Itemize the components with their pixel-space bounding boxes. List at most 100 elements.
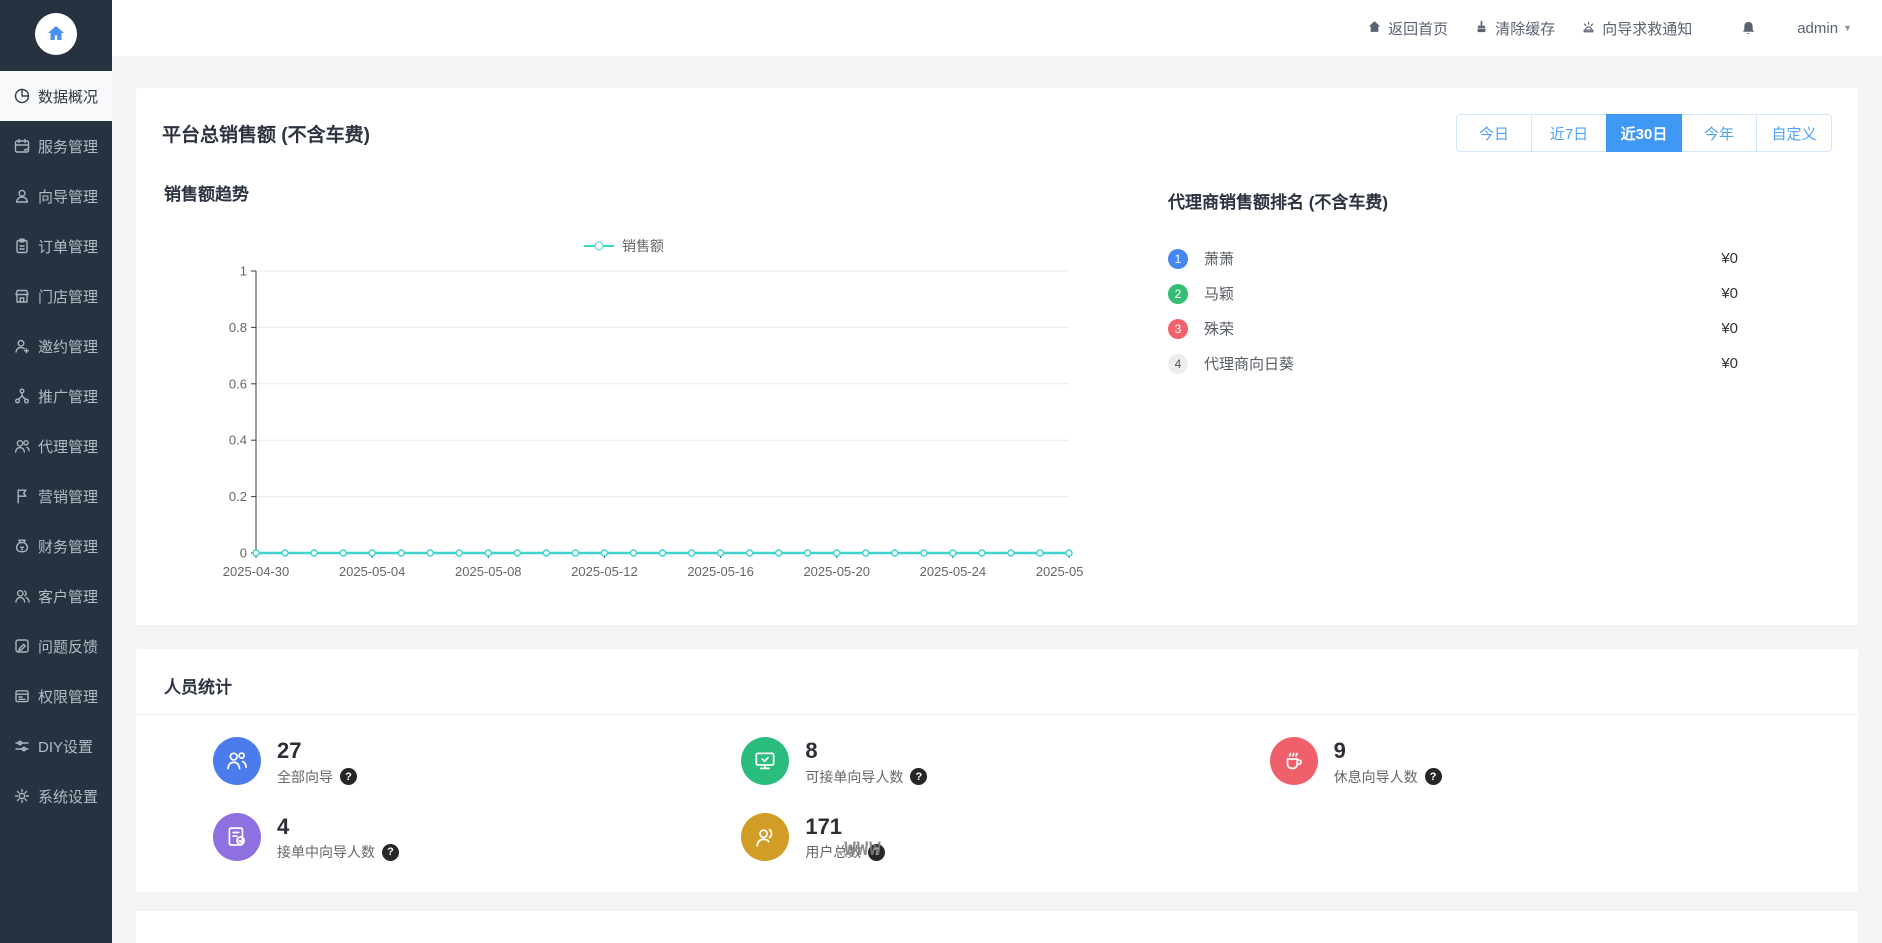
notification-bell-icon[interactable] <box>1740 20 1757 37</box>
sidebar-item-finance-moneybag[interactable]: 财务管理 <box>0 521 112 571</box>
sidebar-item-pie-chart[interactable]: 数据概况 <box>0 71 112 121</box>
svg-text:2025-05-16: 2025-05-16 <box>687 564 754 579</box>
sidebar-item-customer-people[interactable]: 客户管理 <box>0 571 112 621</box>
feedback-pencil-icon <box>13 637 31 655</box>
invite-person-icon <box>13 337 31 355</box>
ranking-row: 2 马颖 ¥0 <box>1168 276 1738 311</box>
sidebar-item-label: 邀约管理 <box>38 336 98 357</box>
user-group-icon <box>741 813 789 861</box>
sales-card-title: 平台总销售额 (不含车费) <box>162 120 370 147</box>
rank-agent-name: 马颖 <box>1204 283 1234 304</box>
rank-amount: ¥0 <box>1721 285 1738 302</box>
rank-badge: 4 <box>1168 354 1188 374</box>
diy-sliders-icon <box>13 737 31 755</box>
user-name: admin <box>1797 20 1838 37</box>
rank-badge: 2 <box>1168 284 1188 304</box>
line-chart-svg: 00.20.40.60.812025-04-302025-05-042025-0… <box>164 259 1084 594</box>
legend-line-marker <box>584 245 614 247</box>
staff-stats-card: 人员统计 27全部向导?8可接单向导人数?9休息向导人数?4接单中向导人数?17… <box>136 649 1858 892</box>
sidebar-item-store[interactable]: 门店管理 <box>0 271 112 321</box>
help-icon[interactable]: ? <box>382 844 399 861</box>
guide-person-icon <box>13 187 31 205</box>
monitor-check-icon <box>741 737 789 785</box>
svg-text:2025-05-04: 2025-05-04 <box>339 564 406 579</box>
sidebar-item-agent-people[interactable]: 代理管理 <box>0 421 112 471</box>
users-icon <box>213 737 261 785</box>
stat-label: 全部向导 <box>277 767 333 787</box>
sidebar-item-diy-sliders[interactable]: DIY设置 <box>0 721 112 771</box>
sidebar-item-label: 推广管理 <box>38 386 98 407</box>
pie-chart-icon <box>13 87 31 105</box>
stat-coffee: 9休息向导人数? <box>1270 737 1798 787</box>
rank-agent-name: 代理商向日葵 <box>1204 353 1294 374</box>
stats-grid: 27全部向导?8可接单向导人数?9休息向导人数?4接单中向导人数?171用户总数… <box>136 715 1858 862</box>
dashboard-page: 数据概况服务管理向导管理订单管理门店管理邀约管理推广管理代理管理营销管理财务管理… <box>0 0 1882 943</box>
stat-label: 可接单向导人数 <box>805 767 903 787</box>
range-tab-3[interactable]: 今年 <box>1681 114 1757 152</box>
next-card-stub <box>136 911 1858 943</box>
stat-user-group: 171用户总数?WWW <box>741 813 1269 863</box>
range-tab-4[interactable]: 自定义 <box>1756 114 1832 152</box>
sidebar-item-label: 向导管理 <box>38 186 98 207</box>
permission-card-icon <box>13 687 31 705</box>
help-icon[interactable]: ? <box>1425 768 1442 785</box>
sidebar-item-service-calendar[interactable]: 服务管理 <box>0 121 112 171</box>
sidebar-item-guide-person[interactable]: 向导管理 <box>0 171 112 221</box>
range-tab-1[interactable]: 近7日 <box>1531 114 1607 152</box>
sidebar-item-label: 权限管理 <box>38 686 98 707</box>
stat-value: 171 <box>805 813 885 841</box>
doc-check-icon <box>213 813 261 861</box>
sidebar-item-label: 系统设置 <box>38 786 98 807</box>
svg-text:0.4: 0.4 <box>229 433 247 448</box>
sidebar-item-permission-card[interactable]: 权限管理 <box>0 671 112 721</box>
range-tab-0[interactable]: 今日 <box>1456 114 1532 152</box>
svg-text:2025-04-30: 2025-04-30 <box>223 564 290 579</box>
svg-text:2025-05-20: 2025-05-20 <box>803 564 870 579</box>
topbar-link-home[interactable]: 返回首页 <box>1367 18 1448 39</box>
trend-title: 销售额趋势 <box>164 180 1156 205</box>
svg-text:0.2: 0.2 <box>229 489 247 504</box>
topbar-link-siren[interactable]: 向导求救通知 <box>1581 18 1692 39</box>
svg-text:2025-05-24: 2025-05-24 <box>920 564 987 579</box>
sidebar-item-promotion-share[interactable]: 推广管理 <box>0 371 112 421</box>
user-menu[interactable]: admin ▼ <box>1797 20 1852 37</box>
ranking-row: 1萧萧¥0 <box>1168 241 1738 276</box>
sales-trend-chart: 00.20.40.60.812025-04-302025-05-042025-0… <box>164 259 1156 599</box>
rank-badge: 3 <box>1168 319 1188 339</box>
app-logo[interactable] <box>0 0 112 67</box>
help-icon[interactable]: ? <box>910 768 927 785</box>
sidebar-item-label: 问题反馈 <box>38 636 98 657</box>
ranking-row: 3殊荣¥0 <box>1168 311 1738 346</box>
rank-amount: ¥0 <box>1721 320 1738 337</box>
rank-amount: ¥0 <box>1721 250 1738 267</box>
stat-value: 8 <box>805 737 927 765</box>
rank-amount: ¥0 <box>1721 355 1738 372</box>
topbar-link-label: 返回首页 <box>1388 18 1448 39</box>
svg-text:0.8: 0.8 <box>229 320 247 335</box>
store-icon <box>13 287 31 305</box>
chart-legend[interactable]: 销售额 <box>164 235 1084 257</box>
sidebar-item-feedback-pencil[interactable]: 问题反馈 <box>0 621 112 671</box>
sidebar-item-order-clipboard[interactable]: 订单管理 <box>0 221 112 271</box>
logo-circle <box>35 13 77 55</box>
stat-label: 接单中向导人数 <box>277 842 375 862</box>
range-tab-2[interactable]: 近30日 <box>1606 114 1682 152</box>
stat-monitor-check: 8可接单向导人数? <box>741 737 1269 787</box>
promotion-share-icon <box>13 387 31 405</box>
sidebar-item-marketing-flag[interactable]: 营销管理 <box>0 471 112 521</box>
trend-chart-section: 销售额趋势 销售额 00.20.40.60.812025-04-302025-0… <box>136 166 1156 599</box>
help-icon[interactable]: ? <box>340 768 357 785</box>
sales-card: 平台总销售额 (不含车费) 今日近7日近30日今年自定义 销售额趋势 销售额 0… <box>136 88 1858 625</box>
sidebar-item-label: 客户管理 <box>38 586 98 607</box>
ranking-list: 1萧萧¥02马颖¥03殊荣¥04代理商向日葵¥0 <box>1168 241 1738 381</box>
finance-moneybag-icon <box>13 537 31 555</box>
legend-label: 销售额 <box>622 236 664 256</box>
sidebar-item-invite-person[interactable]: 邀约管理 <box>0 321 112 371</box>
main-content: 平台总销售额 (不含车费) 今日近7日近30日今年自定义 销售额趋势 销售额 0… <box>112 56 1882 943</box>
sidebar-item-settings-gear[interactable]: 系统设置 <box>0 771 112 821</box>
topbar-link-clear-cache[interactable]: 清除缓存 <box>1474 18 1555 39</box>
agent-ranking-section: 代理商销售额排名 (不含车费) 1萧萧¥02马颖¥03殊荣¥04代理商向日葵¥0 <box>1156 166 1858 599</box>
stat-value: 27 <box>277 737 357 765</box>
help-icon[interactable]: ? <box>868 844 885 861</box>
siren-icon <box>1581 19 1596 38</box>
